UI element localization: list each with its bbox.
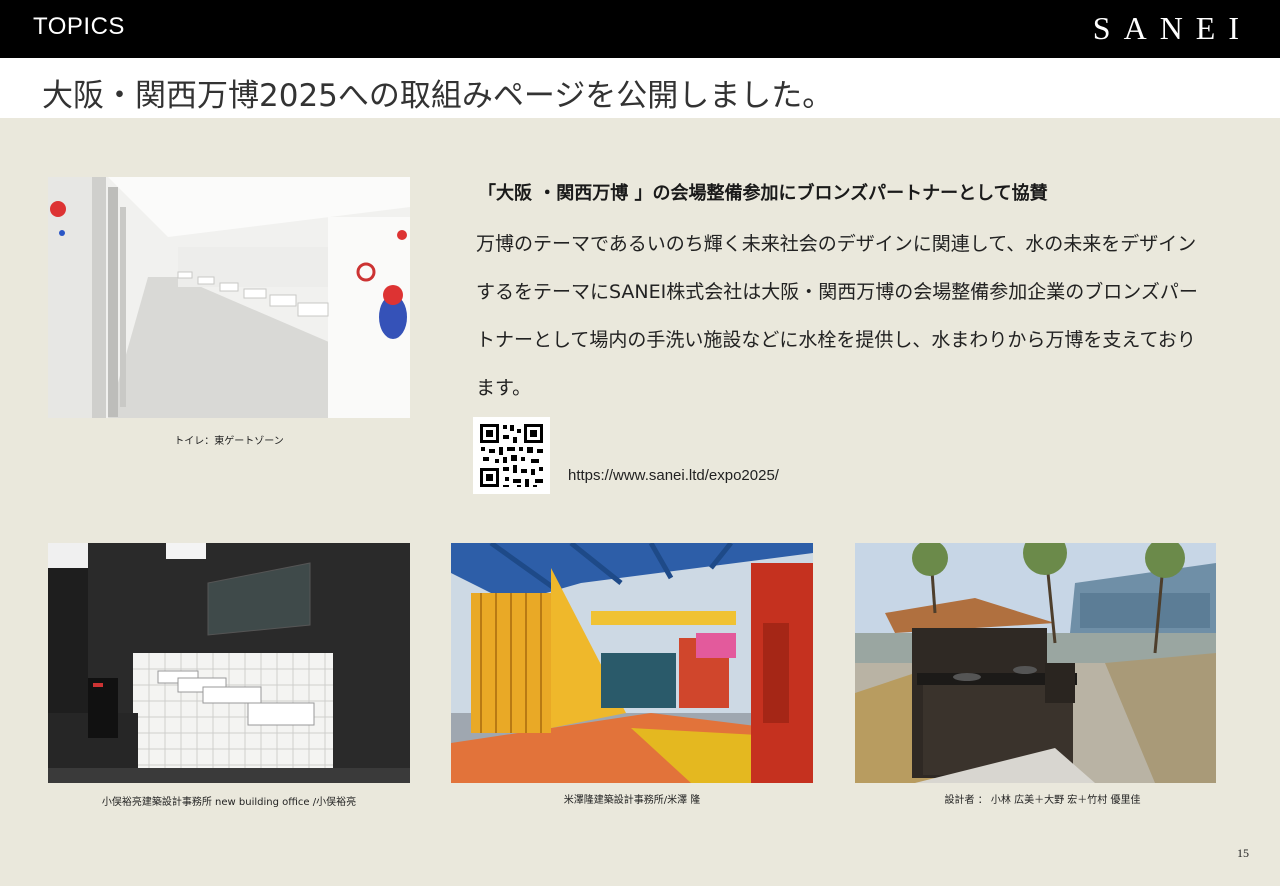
article-heading: 「大阪 ・関西万博 」の会場整備参加にブロンズパートナーとして協賛 (478, 183, 1048, 204)
photo-colorful-pavilion (451, 543, 813, 783)
page-title: 大阪・関西万博2025への取組みページを公開しました。 (42, 78, 834, 114)
photo-caption-3: 米澤隆建築設計事務所/米澤 隆 (563, 795, 701, 806)
photo-restroom-east-gate (48, 177, 410, 418)
photo-dark-washroom (48, 543, 410, 783)
brand-logo: SANEI (1092, 10, 1252, 46)
photo-caption-1: トイレ：東ゲートゾーン (174, 436, 284, 447)
title-bar: 大阪・関西万博2025への取組みページを公開しました。 (0, 58, 1280, 118)
photo-outdoor-washstand (855, 543, 1216, 783)
qr-code (473, 417, 550, 494)
expo-page-link[interactable]: https://www.sanei.ltd/expo2025/ (568, 467, 779, 484)
header-bar: TOPICS SANEI (0, 0, 1280, 58)
section-label: TOPICS (33, 13, 125, 40)
article-body: 万博のテーマであるいのち輝く未来社会のデザインに関連して、水の未来をデザインする… (476, 233, 1198, 399)
photo-caption-2: 小俣裕亮建築設計事務所 new building office /小俣裕亮 (101, 797, 357, 808)
photo-caption-4: 設計者 ： 小林 広美＋大野 宏＋竹村 優里佳 (944, 795, 1141, 806)
page-number: 15 (1237, 846, 1249, 860)
